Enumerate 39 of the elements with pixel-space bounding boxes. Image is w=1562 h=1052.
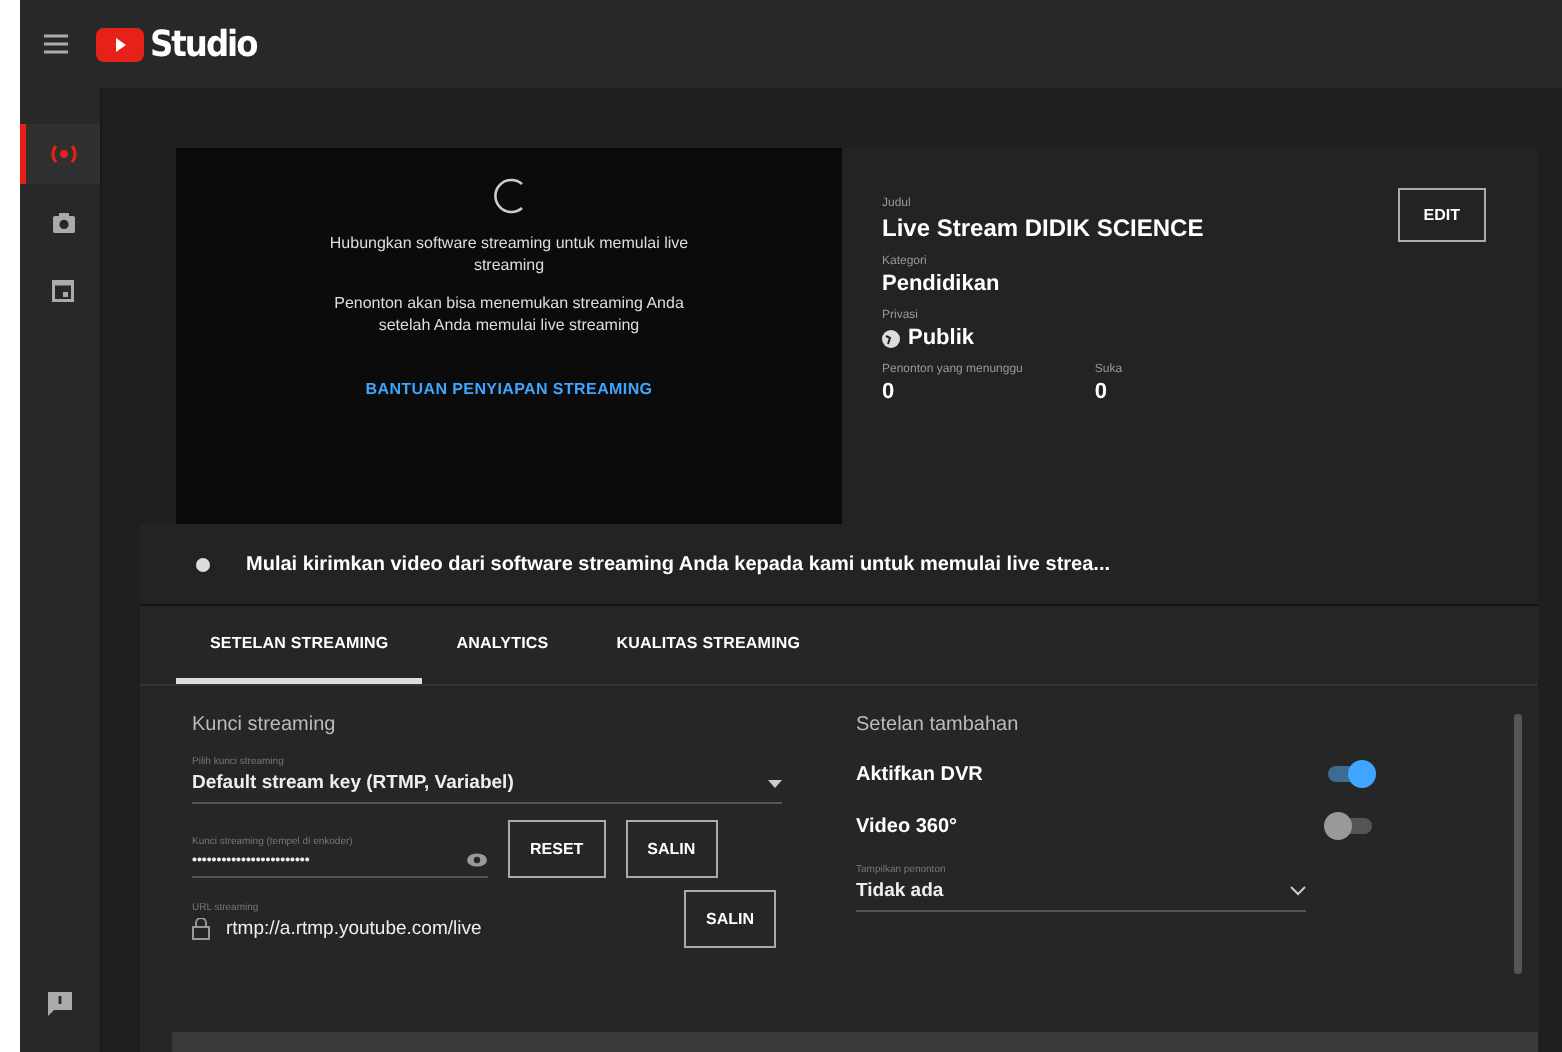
feedback-icon[interactable] (48, 992, 72, 1016)
copy-button[interactable]: SALIN (684, 890, 776, 948)
status-message: Mulai kirimkan video dari software streaming Anda kepada kami untuk memulai live strea... (246, 553, 1110, 575)
copy-button[interactable]: SALIN (625, 820, 718, 878)
edit-button[interactable]: EDIT (1397, 188, 1486, 242)
help-link[interactable]: BANTUAN PENYIAPAN STREAMING (365, 380, 653, 398)
tab[interactable]: KUALITAS STREAMING (582, 606, 835, 684)
preview-message: Hubungkan software streaming untuk memulai live streaming (327, 232, 691, 276)
dropdown-icon (768, 779, 782, 787)
live-icon (49, 144, 77, 164)
tab[interactable]: SETELAN STREAMING (176, 606, 423, 684)
sidebar-item[interactable] (20, 124, 100, 184)
waiting-count: 0 (882, 380, 897, 404)
reset-button[interactable]: RESET (508, 820, 606, 878)
horizontal-scrollbar[interactable] (172, 1032, 1538, 1052)
scrollbar[interactable] (1514, 714, 1522, 974)
calendar-icon (52, 278, 74, 302)
stream-title: Live Stream DIDIK SCIENCE (882, 214, 1204, 242)
loading-icon (493, 176, 525, 216)
menu-icon[interactable] (44, 34, 68, 54)
toggle-switch[interactable] (1324, 760, 1376, 788)
eye-icon[interactable] (466, 852, 488, 868)
camera-icon (51, 211, 75, 233)
tab[interactable]: ANALYTICS (422, 606, 583, 684)
category-value: Pendidikan (882, 272, 1002, 296)
likes-count: 0 (1094, 380, 1110, 404)
toggle-label: Aktifkan DVR (856, 763, 983, 785)
preview-message: Penonton akan bisa menemukan streaming Anda setelah Anda memulai live streaming (332, 292, 686, 336)
toggle-switch[interactable] (1324, 812, 1376, 840)
globe-icon (882, 329, 900, 347)
logo-text: Studio (150, 23, 257, 65)
play-logo-icon (96, 27, 144, 61)
status-dot (196, 557, 210, 571)
privacy-value: Publik (908, 326, 975, 350)
section-heading: Setelan tambahan (856, 714, 1021, 736)
section-heading: Kunci streaming (192, 714, 338, 736)
lock-icon (192, 918, 210, 940)
chevron-down-icon (1290, 886, 1306, 896)
toggle-label: Video 360° (856, 815, 958, 837)
